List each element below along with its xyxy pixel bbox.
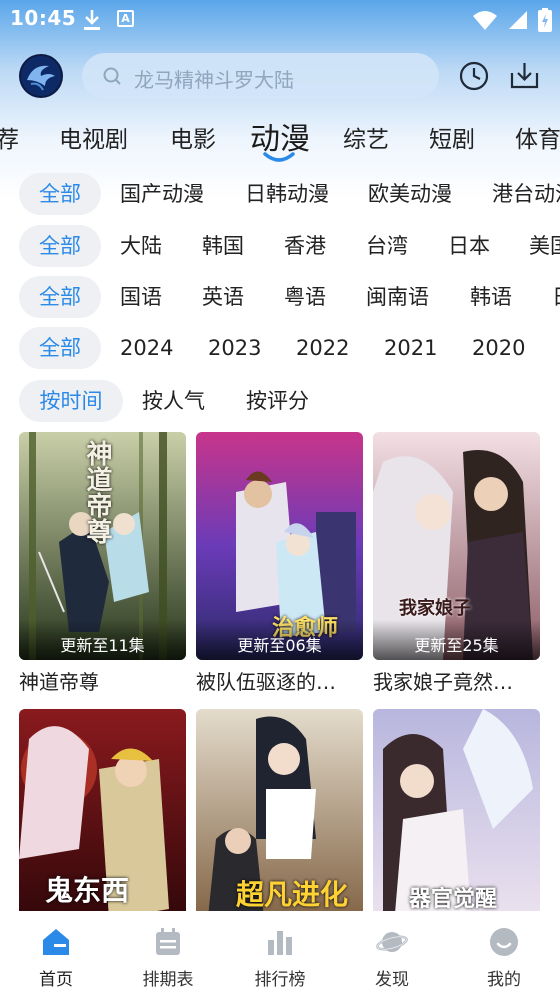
- cover-title: 超凡进化: [236, 878, 349, 911]
- search-input[interactable]: 龙马精神斗罗大陆: [82, 53, 439, 99]
- filter-year-option[interactable]: 2022: [296, 327, 349, 369]
- filter-language-option[interactable]: 粤语: [284, 276, 326, 318]
- app-notification-icon: A: [117, 10, 134, 27]
- anime-cover: 超凡进化: [196, 709, 363, 911]
- anime-card[interactable]: 超凡进化: [196, 709, 363, 911]
- anime-card[interactable]: 器官觉醒: [373, 709, 540, 911]
- nav-label: 首页: [39, 970, 73, 990]
- filter-region-option[interactable]: 美国: [529, 225, 560, 267]
- anime-card[interactable]: 神道帝尊 更新至11集 神道帝尊: [19, 432, 186, 695]
- nav-label: 排期表: [142, 970, 194, 990]
- filter-year-option[interactable]: 2020: [472, 327, 525, 369]
- filter-language-option[interactable]: 韩语: [470, 276, 512, 318]
- nav-label: 排行榜: [254, 970, 306, 990]
- filter-region-option[interactable]: 日本: [448, 225, 490, 267]
- filter-year-option[interactable]: 2021: [384, 327, 437, 369]
- active-tab-indicator: [263, 152, 295, 162]
- filter-type-option[interactable]: 国产动漫: [120, 173, 204, 215]
- anime-cover: 神道帝尊 更新至11集: [19, 432, 186, 660]
- filter-row-region: 全部 大陆 韩国 香港 台湾 日本 美国: [0, 225, 560, 269]
- logo-icon: [21, 56, 61, 96]
- category-tabs: 荐 电视剧 电影 动漫 综艺 短剧 体育: [0, 112, 560, 162]
- filter-row-language: 全部 国语 英语 粤语 闽南语 韩语 日: [0, 276, 560, 320]
- filter-row-year: 全部 2024 2023 2022 2021 2020: [0, 327, 560, 371]
- episode-badge: 更新至06集: [237, 636, 322, 655]
- battery-icon: [538, 8, 552, 32]
- cover-title: 器官觉醒: [409, 887, 498, 911]
- tab-variety[interactable]: 综艺: [343, 120, 389, 154]
- nav-discover[interactable]: 发现: [336, 911, 448, 995]
- nav-label: 发现: [375, 970, 409, 990]
- cover-title: 鬼东西: [45, 874, 130, 907]
- calendar-icon: [156, 928, 180, 955]
- nav-profile[interactable]: 我的: [448, 911, 560, 995]
- sort-by-time[interactable]: 按时间: [19, 380, 123, 422]
- tab-recommend[interactable]: 荐: [0, 120, 19, 154]
- anime-card[interactable]: 治愈师 更新至06集 被队伍驱逐的…: [196, 432, 363, 695]
- app-logo[interactable]: [19, 54, 63, 98]
- home-icon: [43, 929, 69, 955]
- cover-title: 神道帝尊: [82, 440, 112, 544]
- status-time: 10:45: [10, 6, 77, 30]
- filter-region-option[interactable]: 台湾: [366, 225, 408, 267]
- tab-movie[interactable]: 电影: [170, 120, 216, 154]
- filter-year-all[interactable]: 全部: [19, 327, 101, 369]
- ranking-icon: [268, 931, 292, 955]
- anime-card[interactable]: 鬼东西: [19, 709, 186, 911]
- download-status-icon: [84, 10, 100, 30]
- signal-icon: [509, 11, 527, 29]
- episode-badge: 更新至11集: [60, 636, 145, 655]
- filter-language-option[interactable]: 日: [552, 276, 560, 318]
- cover-title: 我家娘子: [399, 598, 471, 619]
- filter-language-option[interactable]: 闽南语: [366, 276, 429, 318]
- filter-language-option[interactable]: 英语: [202, 276, 244, 318]
- nav-ranking[interactable]: 排行榜: [224, 911, 336, 995]
- search-icon: [103, 67, 121, 85]
- search-placeholder: 龙马精神斗罗大陆: [134, 68, 294, 92]
- filter-row-sort: 按时间 按人气 按评分: [0, 380, 560, 424]
- filter-language-option[interactable]: 国语: [120, 276, 162, 318]
- history-icon[interactable]: [459, 61, 489, 91]
- sort-by-popularity[interactable]: 按人气: [142, 380, 205, 422]
- download-icon[interactable]: [509, 60, 540, 91]
- nav-label: 我的: [487, 970, 521, 990]
- filter-type-option[interactable]: 港台动漫: [492, 173, 560, 215]
- filter-region-option[interactable]: 韩国: [202, 225, 244, 267]
- bottom-nav: 首页 排期表 排行榜 发现 我的: [0, 911, 560, 995]
- filter-language-all[interactable]: 全部: [19, 276, 101, 318]
- filter-year-option[interactable]: 2024: [120, 327, 173, 369]
- filter-type-option[interactable]: 欧美动漫: [368, 173, 452, 215]
- planet-icon: [376, 932, 408, 952]
- filter-region-all[interactable]: 全部: [19, 225, 101, 267]
- anime-card[interactable]: 我家娘子 更新至25集 我家娘子竟然…: [373, 432, 540, 695]
- filter-row-type: 全部 国产动漫 日韩动漫 欧美动漫 港台动漫: [0, 173, 560, 217]
- filter-type-option[interactable]: 日韩动漫: [245, 173, 329, 215]
- tab-tv[interactable]: 电视剧: [59, 120, 128, 154]
- filter-region-option[interactable]: 香港: [284, 225, 326, 267]
- status-indicators: [472, 8, 552, 32]
- anime-cover: 我家娘子 更新至25集: [373, 432, 540, 660]
- tab-short-drama[interactable]: 短剧: [429, 120, 475, 154]
- status-bar: 10:45 A: [0, 0, 560, 38]
- nav-home[interactable]: 首页: [0, 911, 112, 995]
- filter-region-option[interactable]: 大陆: [120, 225, 162, 267]
- anime-cover: 治愈师 更新至06集: [196, 432, 363, 660]
- filter-year-option[interactable]: 2023: [208, 327, 261, 369]
- card-title: 神道帝尊: [19, 670, 99, 694]
- anime-cover: 器官觉醒: [373, 709, 540, 911]
- card-title: 我家娘子竟然…: [373, 670, 513, 694]
- filter-type-all[interactable]: 全部: [19, 173, 101, 215]
- episode-badge: 更新至25集: [414, 636, 499, 655]
- card-title: 被队伍驱逐的…: [196, 670, 336, 694]
- tab-sports[interactable]: 体育: [515, 120, 560, 154]
- anime-cover: 鬼东西: [19, 709, 186, 911]
- nav-schedule[interactable]: 排期表: [112, 911, 224, 995]
- profile-icon: [490, 928, 518, 956]
- sort-by-rating[interactable]: 按评分: [246, 380, 309, 422]
- wifi-icon: [473, 11, 497, 30]
